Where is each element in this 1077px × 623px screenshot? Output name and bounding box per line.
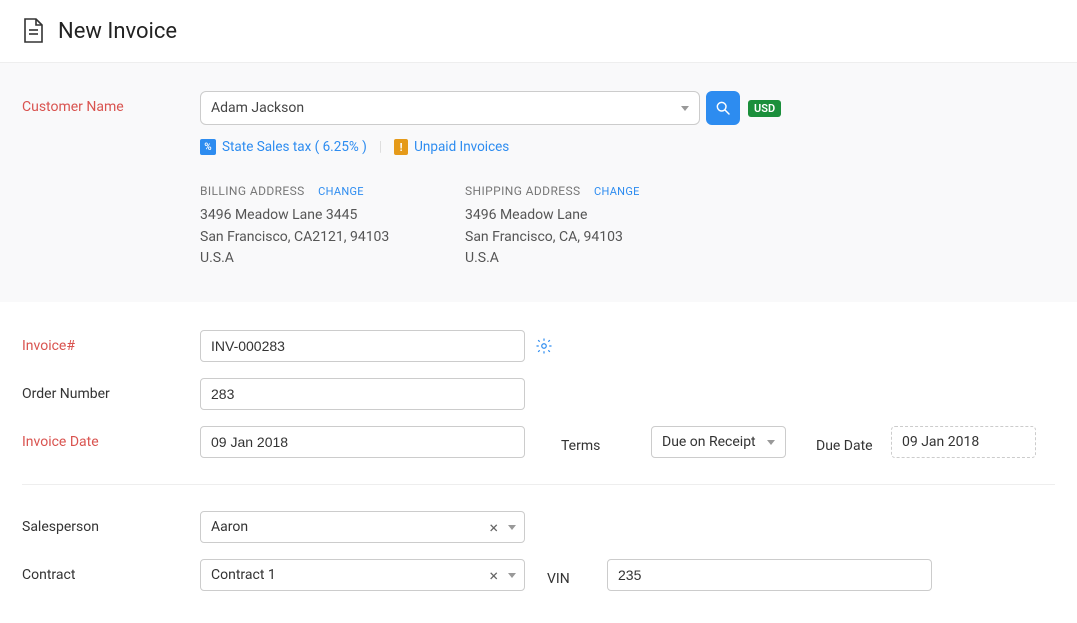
alert-icon: ! bbox=[394, 139, 408, 155]
due-date-value: 09 Jan 2018 bbox=[902, 434, 979, 450]
page-title: New Invoice bbox=[58, 19, 177, 44]
invoice-number-label: Invoice# bbox=[22, 330, 200, 354]
billing-line2: San Francisco, CA2121, 94103 bbox=[200, 227, 465, 249]
customer-section: Customer Name Adam Jackson USD % State S… bbox=[0, 63, 1077, 302]
gear-icon[interactable] bbox=[535, 337, 553, 355]
contract-select[interactable]: Contract 1 × bbox=[200, 559, 525, 591]
terms-label: Terms bbox=[561, 430, 651, 454]
shipping-address-title: SHIPPING ADDRESS bbox=[465, 184, 581, 198]
due-date-label: Due Date bbox=[816, 430, 891, 454]
billing-line1: 3496 Meadow Lane 3445 bbox=[200, 205, 465, 227]
clear-icon[interactable]: × bbox=[485, 566, 502, 585]
vin-label: VIN bbox=[547, 563, 607, 587]
vin-input[interactable] bbox=[607, 559, 932, 591]
chevron-down-icon bbox=[767, 440, 775, 445]
divider bbox=[22, 484, 1055, 485]
contract-value: Contract 1 bbox=[211, 567, 485, 583]
billing-change-link[interactable]: CHANGE bbox=[318, 185, 364, 198]
billing-address-block: BILLING ADDRESS CHANGE 3496 Meadow Lane … bbox=[200, 183, 465, 270]
customer-select-value: Adam Jackson bbox=[211, 100, 675, 116]
invoice-number-input[interactable] bbox=[200, 330, 525, 362]
shipping-line3: U.S.A bbox=[465, 248, 730, 270]
percent-icon: % bbox=[200, 139, 216, 155]
page-header: New Invoice bbox=[0, 0, 1077, 63]
salesperson-value: Aaron bbox=[211, 519, 485, 535]
shipping-change-link[interactable]: CHANGE bbox=[594, 185, 640, 198]
shipping-address-block: SHIPPING ADDRESS CHANGE 3496 Meadow Lane… bbox=[465, 183, 730, 270]
terms-select-value: Due on Receipt bbox=[662, 434, 761, 450]
shipping-line1: 3496 Meadow Lane bbox=[465, 205, 730, 227]
currency-badge: USD bbox=[748, 100, 781, 117]
salesperson-select[interactable]: Aaron × bbox=[200, 511, 525, 543]
chevron-down-icon bbox=[508, 525, 516, 530]
clear-icon[interactable]: × bbox=[485, 518, 502, 537]
chevron-down-icon bbox=[508, 573, 516, 578]
customer-select[interactable]: Adam Jackson bbox=[200, 91, 700, 125]
chevron-down-icon bbox=[681, 106, 689, 111]
customer-name-label: Customer Name bbox=[22, 91, 200, 115]
order-number-label: Order Number bbox=[22, 378, 200, 402]
separator: | bbox=[379, 139, 382, 155]
unpaid-invoices-link[interactable]: Unpaid Invoices bbox=[414, 139, 509, 155]
salesperson-label: Salesperson bbox=[22, 511, 200, 535]
search-icon bbox=[715, 100, 731, 116]
invoice-date-input[interactable] bbox=[200, 426, 525, 458]
contract-label: Contract bbox=[22, 559, 200, 583]
customer-search-button[interactable] bbox=[706, 91, 740, 125]
order-number-input[interactable] bbox=[200, 378, 525, 410]
state-sales-tax-link[interactable]: State Sales tax ( 6.25% ) bbox=[222, 139, 367, 155]
invoice-date-label: Invoice Date bbox=[22, 426, 200, 450]
terms-select[interactable]: Due on Receipt bbox=[651, 426, 786, 458]
invoice-details-section: Invoice# Order Number Invoice Date Terms… bbox=[0, 302, 1077, 623]
billing-address-title: BILLING ADDRESS bbox=[200, 184, 305, 198]
shipping-line2: San Francisco, CA, 94103 bbox=[465, 227, 730, 249]
document-icon bbox=[22, 18, 44, 44]
billing-line3: U.S.A bbox=[200, 248, 465, 270]
due-date-input[interactable]: 09 Jan 2018 bbox=[891, 426, 1036, 458]
